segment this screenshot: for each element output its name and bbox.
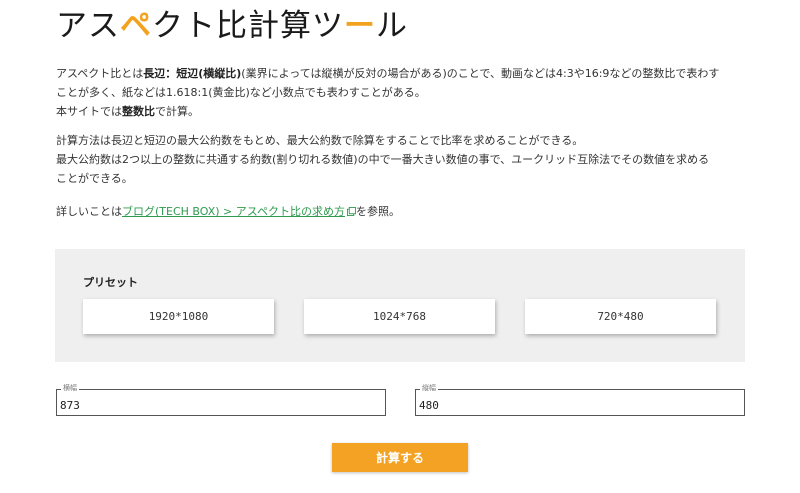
description-line-6: ことができる。 [56, 172, 133, 185]
description-line-3: 本サイトでは整数比で計算。 [56, 102, 756, 121]
preset-title: プリセット [83, 276, 138, 289]
title-text-1: アス [56, 8, 120, 44]
preset-1024x768-button[interactable]: 1024*768 [304, 299, 495, 334]
description-line-2: ことが多く、紙などは1.618:1(黄金比)など小数点でも表わすことがある。 [56, 86, 426, 99]
blog-link[interactable]: ブログ(TECH BOX) > アスペクト比の求め方 [122, 205, 345, 218]
preset-720x480-button[interactable]: 720*480 [525, 299, 716, 334]
desc-text: (業界によっては縦横が反対の場合がある)のことで、動画などは4:3や16:9など… [241, 67, 720, 80]
desc-text: アスペクト比とは [56, 67, 144, 80]
description-line-7: 詳しいことはブログ(TECH BOX) > アスペクト比の求め方 を参照。 [56, 202, 756, 221]
calculate-button[interactable]: 計算する [332, 443, 468, 472]
height-field: 縦幅 [415, 384, 745, 416]
description-line-1: アスペクト比とは長辺：短辺(横縦比)(業界によっては縦横が反対の場合がある)のこ… [56, 64, 756, 83]
preset-1920x1080-button[interactable]: 1920*1080 [83, 299, 274, 334]
desc-bold: 整数比 [122, 105, 155, 118]
width-field: 横幅 [56, 384, 386, 416]
title-accent-mark: ペ [120, 8, 152, 44]
height-field-label: 縦幅 [420, 384, 438, 393]
desc-text: 詳しいことは [56, 205, 122, 218]
preset-panel: プリセット 1920*1080 1024*768 720*480 [55, 249, 745, 362]
desc-text: 本サイトでは [56, 105, 122, 118]
description-line-5: 最大公約数は2つ以上の整数に共通する約数(割り切れる数値)の中で一番大きい数値の… [56, 153, 710, 166]
title-text-2: クト比計算ツ [152, 8, 344, 44]
height-input[interactable] [419, 397, 719, 413]
desc-text: を参照。 [355, 205, 400, 218]
title-accent-mark-2: ー [344, 8, 376, 44]
description-line-4: 計算方法は長辺と短辺の最大公約数をもとめ、最大公約数で除算をすることで比率を求め… [56, 134, 584, 147]
width-field-label: 横幅 [61, 384, 79, 393]
desc-bold: 長辺：短辺(横縦比) [143, 67, 242, 80]
title-text-3: ル [376, 8, 408, 44]
page-title: アスペクト比計算ツール [56, 4, 408, 48]
desc-text: で計算。 [155, 105, 199, 118]
external-link-icon [346, 207, 356, 216]
width-input[interactable] [60, 397, 360, 413]
